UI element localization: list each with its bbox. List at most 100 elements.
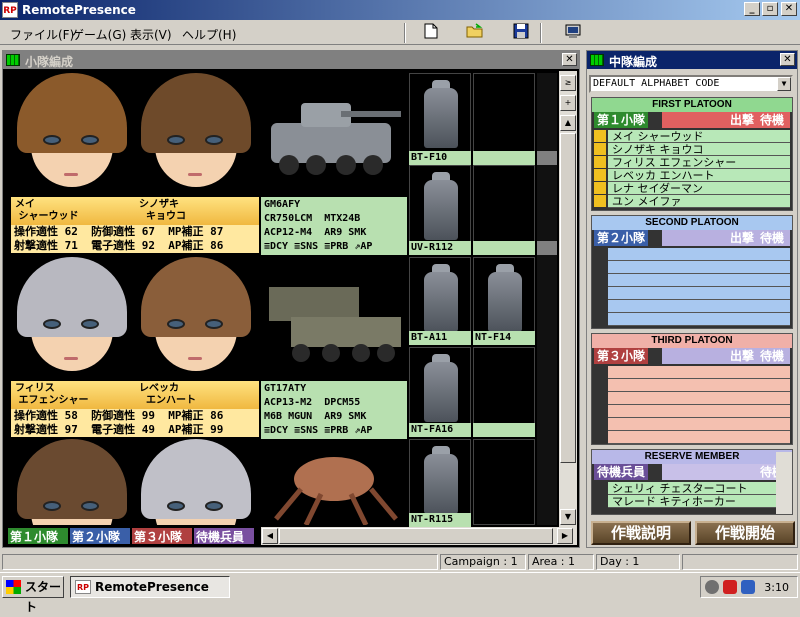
empty-mech-slot[interactable] (473, 73, 535, 159)
new-document-icon[interactable] (420, 23, 442, 43)
menu-help[interactable]: ヘルプ(H) (182, 26, 236, 43)
code-select[interactable]: DEFAULT ALPHABET CODE ▼ (589, 75, 793, 93)
platoon-member-row[interactable] (608, 366, 790, 379)
squad-vertical-scrollbar[interactable]: ≥ + ▲ ▼ (559, 71, 577, 527)
restore-button[interactable]: ▫ (762, 2, 778, 16)
tab-second-squad[interactable]: 第２小隊 (69, 527, 131, 545)
scroll-left-arrow-icon[interactable]: ◀ (262, 528, 278, 544)
taskbar: スタート RP RemotePresence 3:10 (0, 572, 800, 614)
platoon-status[interactable]: 出撃 待機 (662, 230, 790, 246)
status-day: Day : 1 (596, 554, 680, 570)
company-panel-title-bar: 中隊編成 ✕ (587, 51, 797, 69)
scroll-thumb[interactable] (279, 528, 553, 544)
pilot-portrait[interactable] (135, 439, 257, 525)
pilot-portrait[interactable] (135, 73, 257, 197)
pilot-portrait[interactable] (11, 257, 133, 381)
status-standby: 待機 (759, 113, 784, 127)
platoon-member-row[interactable]: フィリス エフェンシャー (608, 156, 790, 169)
platoon-member-row[interactable] (608, 261, 790, 274)
platoon-member-row[interactable]: マレード キティホーカー (608, 495, 790, 508)
squad-horizontal-scrollbar[interactable]: ◀ ▶ (261, 527, 577, 545)
mech-label: UV-R112 (409, 241, 471, 255)
scroll-down-arrow-icon[interactable]: ▼ (560, 509, 576, 525)
platoon-member-row[interactable] (608, 405, 790, 418)
scroll-thumb[interactable] (560, 133, 576, 463)
platoon-member-row[interactable]: ユン メイファ (608, 195, 790, 208)
platoon-block: FIRST PLATOON 第１小隊 出撃 待機 メイ シャーウッド シノザキ キョウコフ… (591, 97, 793, 211)
pilot-portrait[interactable] (135, 257, 257, 381)
briefing-button[interactable]: 作戦説明 (591, 521, 691, 545)
status-campaign: Campaign : 1 (440, 554, 526, 570)
menu-file[interactable]: ファイル(F) (10, 26, 74, 43)
platoon-status[interactable]: 出撃 待機 (662, 348, 790, 364)
pilot-portrait[interactable] (11, 73, 133, 197)
empty-mech-label (473, 423, 535, 437)
start-label: スタート (25, 580, 62, 614)
empty-mech-label (473, 241, 535, 255)
scroll-up-arrow-icon[interactable]: ▲ (560, 115, 576, 131)
platoon-member-row[interactable] (608, 418, 790, 431)
tab-reserve[interactable]: 待機兵員 (193, 527, 255, 545)
minimize-button[interactable]: _ (744, 2, 760, 16)
network-icon[interactable] (741, 580, 755, 594)
tab-third-squad[interactable]: 第３小隊 (131, 527, 193, 545)
company-panel-close-button[interactable]: ✕ (780, 53, 795, 66)
save-disk-icon[interactable] (510, 23, 532, 43)
member-marker (594, 156, 606, 168)
platoon-member-row[interactable] (608, 431, 790, 444)
antivirus-icon[interactable] (723, 580, 737, 594)
close-button[interactable]: ✕ (781, 2, 797, 16)
platoon-name[interactable]: 待機兵員 (594, 464, 649, 480)
platoon-member-row[interactable] (608, 379, 790, 392)
platoon-member-row[interactable]: シェリィ チェスターコート (608, 482, 790, 495)
menu-game[interactable]: ゲーム(G) (72, 26, 126, 43)
mech-body-shape (424, 362, 458, 422)
squad-toggle-button[interactable]: ≥ (560, 75, 576, 91)
vehicle-image[interactable] (261, 257, 407, 381)
eye-shape (167, 319, 185, 329)
empty-mech-slot[interactable] (473, 439, 535, 525)
title-bar: RP RemotePresence _ ▫ ✕ (0, 0, 800, 20)
spider-tank-icon (274, 457, 398, 525)
start-button[interactable]: スタート (2, 576, 64, 614)
open-folder-icon[interactable] (464, 23, 486, 43)
platoon-member-row[interactable] (608, 300, 790, 313)
platoon-name[interactable]: 第１小隊 (594, 112, 649, 128)
volume-icon[interactable] (705, 580, 719, 594)
platoon-member-row[interactable] (608, 392, 790, 405)
settings-icon[interactable] (562, 23, 584, 43)
pilot-portrait[interactable] (11, 439, 133, 525)
vehicle-image[interactable] (261, 439, 407, 525)
chevron-down-icon[interactable]: ▼ (777, 77, 791, 91)
menu-view[interactable]: 表示(V) (130, 26, 172, 43)
reserve-scrollbar[interactable] (776, 452, 792, 514)
platoon-name[interactable]: 第３小隊 (594, 348, 649, 364)
platoon-member-row[interactable]: レナ セイダーマン (608, 182, 790, 195)
platoon-member-row[interactable] (608, 274, 790, 287)
platoon-member-row[interactable] (608, 287, 790, 300)
tab-first-squad[interactable]: 第１小隊 (7, 527, 69, 545)
platoon-member-row[interactable] (608, 313, 790, 326)
scroll-right-arrow-icon[interactable]: ▶ (557, 528, 573, 544)
start-operation-button[interactable]: 作戦開始 (695, 521, 795, 545)
vehicle-loadout: GT17ATY ACP13-M2 DPCM55 M6B MGUN AR9 SMK… (261, 381, 407, 450)
company-panel: 中隊編成 ✕ DEFAULT ALPHABET CODE ▼ FIRST PLA… (586, 50, 798, 548)
platoon-member-row[interactable] (608, 248, 790, 261)
taskbar-app-button[interactable]: RP RemotePresence (70, 576, 230, 598)
mech-slot[interactable] (409, 73, 471, 159)
mech-slot[interactable] (409, 165, 471, 251)
platoon-block: THIRD PLATOON 第３小隊 出撃 待機 (591, 333, 793, 445)
platoon-name[interactable]: 第２小隊 (594, 230, 649, 246)
vehicle-image[interactable] (261, 73, 407, 197)
platoon-status[interactable]: 待機 (662, 464, 790, 480)
platoon-member-row[interactable]: メイ シャーウッド (608, 130, 790, 143)
platoon-member-row[interactable]: シノザキ キョウコ (608, 143, 790, 156)
mech-slot[interactable] (409, 347, 471, 433)
empty-mech-slot[interactable] (473, 165, 535, 251)
squad-add-button[interactable]: + (560, 95, 576, 111)
platoon-member-row[interactable]: レベッカ エンハート (608, 169, 790, 182)
empty-mech-slot[interactable] (473, 347, 535, 433)
squad-panel-close-button[interactable]: ✕ (562, 53, 577, 66)
platoon-status[interactable]: 出撃 待機 (662, 112, 790, 128)
mech-body-shape (424, 180, 458, 240)
